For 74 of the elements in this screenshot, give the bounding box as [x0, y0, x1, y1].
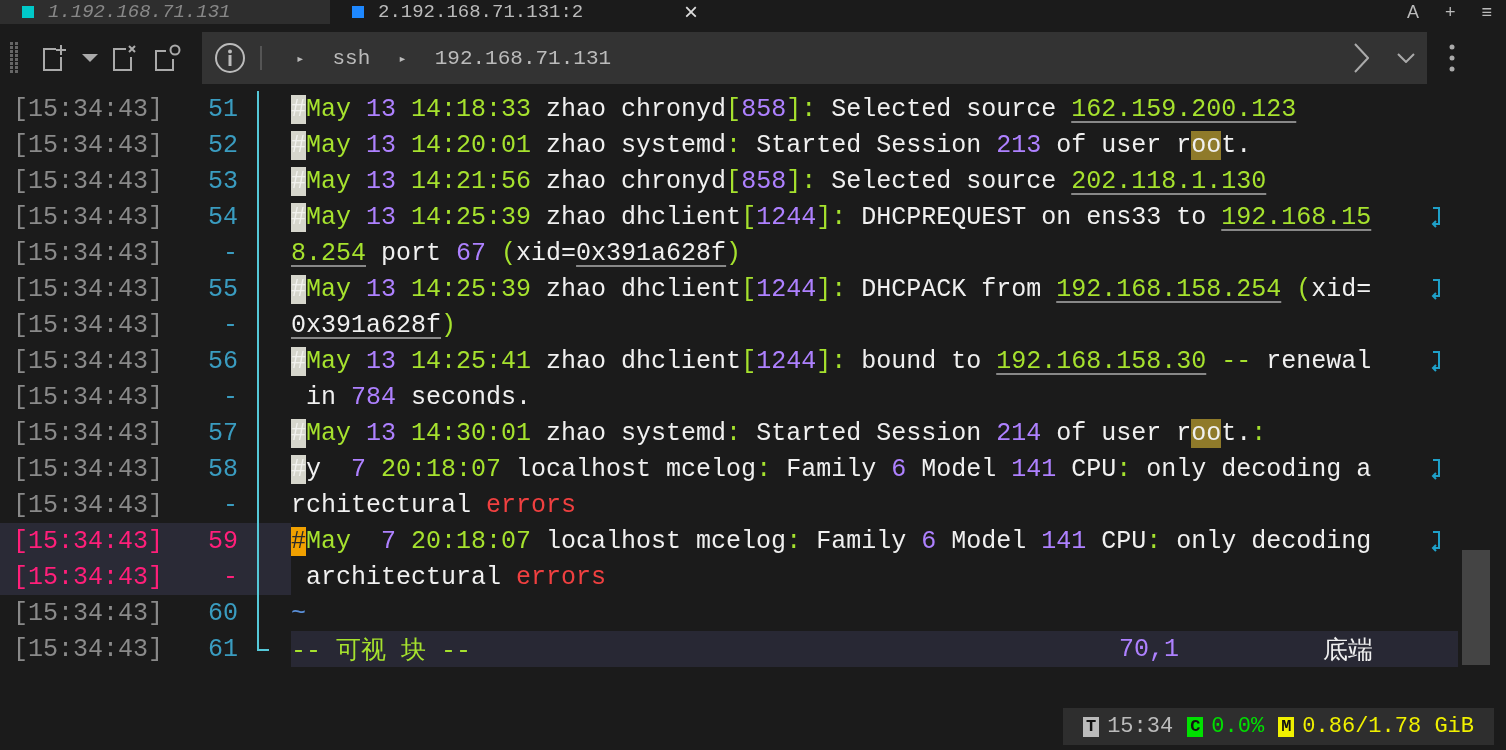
- time-badge: T: [1082, 716, 1100, 737]
- timestamp: [15:34:43]: [13, 598, 165, 628]
- scrollbar-thumb[interactable]: [1462, 550, 1490, 665]
- memory-usage: 0.86/1.78 GiB: [1302, 714, 1474, 739]
- line-number: 57: [207, 418, 238, 448]
- log-line: #May 13 14:20:01 zhao systemd: Started Session 213 of user root.: [291, 130, 1253, 160]
- timestamp: [15:34:43]: [13, 274, 165, 304]
- log-line: #May 13 14:30:01 zhao systemd: Started Session 214 of user root.:: [291, 418, 1268, 448]
- breadcrumb-item[interactable]: 192.168.71.131: [434, 46, 612, 70]
- clock: 15:34: [1107, 714, 1174, 739]
- line-number: -: [222, 238, 238, 268]
- line-number: 61: [207, 634, 238, 664]
- timestamp: [15:34:43]: [13, 310, 165, 340]
- log-line: 0x391a628f): [291, 310, 458, 340]
- log-line: #May 13 14:25:41 zhao dhclient[1244]: bound to 192.168.158.30 -- renewal: [291, 346, 1373, 376]
- scroll-position: 底端: [1323, 635, 1373, 666]
- mode-indicator: -- 可视 块 --: [291, 635, 473, 666]
- log-line: #May 13 14:21:56 zhao chronyd[858]: Selected source 202.118.1.130: [291, 166, 1268, 196]
- line-number: 54: [207, 202, 238, 232]
- address-bar[interactable]: ▸ ssh ▸ 192.168.71.131: [202, 32, 1427, 84]
- line-number: 52: [207, 130, 238, 160]
- window-control-button[interactable]: A: [1406, 1, 1419, 23]
- info-icon: [214, 42, 246, 74]
- grip-icon: [10, 42, 20, 74]
- breadcrumb-arrow: ▸: [398, 49, 407, 67]
- line-number: -: [222, 382, 238, 412]
- breadcrumb-item[interactable]: ssh: [332, 46, 371, 70]
- memory-badge: M: [1278, 716, 1295, 737]
- line-number: 59: [207, 526, 238, 556]
- cpu-badge: C: [1187, 716, 1204, 737]
- timestamp: [15:34:43]: [13, 202, 165, 232]
- window-control-button[interactable]: ≡: [1481, 1, 1492, 23]
- log-line: architectural errors: [305, 562, 608, 592]
- chevron-down-icon[interactable]: [1397, 53, 1415, 63]
- line-number: -: [222, 562, 238, 592]
- cpu-usage: 0.0%: [1211, 714, 1265, 739]
- log-line: #y 7 20:18:07 localhost mcelog: Family 6 Model 141 CPU: only decoding a: [291, 454, 1373, 484]
- timestamp: [15:34:43]: [13, 166, 165, 196]
- timestamp: [15:34:43]: [13, 130, 165, 160]
- timestamp: [15:34:43]: [13, 490, 165, 520]
- tab-label: 1.192.168.71.131: [48, 1, 231, 23]
- timestamp: [15:34:43]: [13, 526, 165, 556]
- timestamp: [15:34:43]: [13, 346, 165, 376]
- log-line: 8.254 port 67 (xid=0x391a628f): [291, 238, 743, 268]
- line-number: 53: [207, 166, 238, 196]
- line-number: 58: [207, 454, 238, 484]
- log-line: rchitectural errors: [291, 490, 578, 520]
- log-line: in 784 seconds.: [305, 382, 533, 412]
- line-number: 51: [207, 94, 238, 124]
- empty-line-marker: ~: [291, 598, 307, 628]
- log-line: #May 13 14:18:33 zhao chronyd[858]: Selected source 162.159.200.123: [291, 94, 1298, 124]
- close-button[interactable]: ×: [684, 0, 698, 24]
- timestamp: [15:34:43]: [13, 238, 165, 268]
- timestamp: [15:34:43]: [13, 418, 165, 448]
- line-number: -: [222, 490, 238, 520]
- log-line: #May 13 14:25:39 zhao dhclient[1244]: DHCPACK from 192.168.158.254 (xid=: [291, 274, 1373, 304]
- tab[interactable]: 1.192.168.71.131: [0, 0, 330, 24]
- chevron-right-icon[interactable]: [1353, 43, 1369, 73]
- cursor-position: 70,1: [1119, 634, 1180, 664]
- more-icon[interactable]: [1449, 44, 1455, 72]
- timestamp: [15:34:43]: [13, 562, 165, 592]
- line-number: -: [222, 310, 238, 340]
- line-number: 56: [207, 346, 238, 376]
- log-line: #May 13 14:25:39 zhao dhclient[1244]: DHCPREQUEST on ens33 to 192.168.15: [291, 202, 1373, 232]
- line-number: 60: [207, 598, 238, 628]
- log-line: #May 7 20:18:07 localhost mcelog: Family 6 Model 141 CPU: only decoding: [291, 526, 1373, 556]
- tab-label: 2.192.168.71.131:2: [378, 1, 584, 23]
- timestamp: [15:34:43]: [13, 382, 165, 412]
- window-control-button[interactable]: +: [1444, 1, 1456, 23]
- timestamp: [15:34:43]: [13, 634, 165, 664]
- timestamp: [15:34:43]: [13, 94, 165, 124]
- timestamp: [15:34:43]: [13, 454, 165, 484]
- line-number: 55: [207, 274, 238, 304]
- breadcrumb-arrow: ▸: [296, 49, 305, 67]
